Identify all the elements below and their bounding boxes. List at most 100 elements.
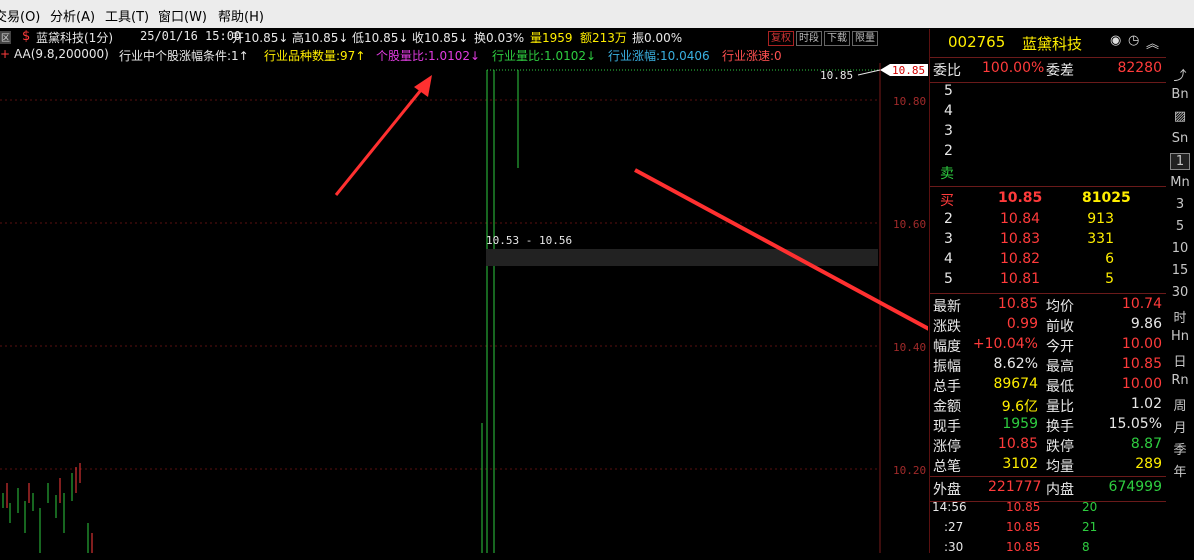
stat-label: 前收 xyxy=(1046,319,1074,335)
period-day[interactable]: 日 xyxy=(1166,351,1194,370)
stat-label: 振幅 xyxy=(933,359,961,375)
buy-level-vol: 913 xyxy=(1087,211,1114,227)
sell-level-label: 2 xyxy=(944,143,953,159)
shiduan-button[interactable]: 时段 xyxy=(796,31,822,46)
period-quarter[interactable]: 季 xyxy=(1166,439,1194,458)
target-icon[interactable]: ◉ xyxy=(1110,33,1121,48)
chart-header: 区 $ 蓝黛科技(1分) 25/01/16 15:00 开10.85↓ 高10.… xyxy=(0,29,880,47)
tick-time: :30 xyxy=(944,540,964,554)
period-1[interactable]: 1 xyxy=(1170,153,1190,170)
buy-level-price: 10.83 xyxy=(1000,231,1041,247)
weibi-row: 委比 100.00% 委差 82280 xyxy=(930,60,1166,80)
buy-level-1: 买 10.85 81025 xyxy=(930,190,1166,210)
buy-level-label: 5 xyxy=(944,271,953,287)
period-30[interactable]: 30 xyxy=(1166,285,1194,300)
buy-level-label: 4 xyxy=(944,251,953,267)
period-15[interactable]: 15 xyxy=(1166,263,1194,278)
sell-label: 卖 xyxy=(940,166,954,182)
period-10[interactable]: 10 xyxy=(1166,241,1194,256)
period-rn[interactable]: Rn xyxy=(1166,373,1194,388)
stat-label: 涨跌 xyxy=(933,319,961,335)
sell-level-label: 3 xyxy=(944,123,953,139)
outer-inner-row: 外盘 221777 内盘 674999 xyxy=(930,479,1166,499)
header-badge: 区 xyxy=(0,31,12,44)
period-week[interactable]: 周 xyxy=(1166,395,1194,414)
tick-row: :27 10.85 21 xyxy=(930,520,1166,540)
stat-label: 量比 xyxy=(1046,399,1074,415)
fuquan-button[interactable]: 复权 xyxy=(768,31,794,46)
indicator-industry-speed: 行业涨速:0 xyxy=(722,49,782,63)
xianliang-button[interactable]: 限量 xyxy=(852,31,878,46)
indicator-cond: 行业中个股涨幅条件:1↑ xyxy=(119,49,249,63)
weibi-value: 100.00% xyxy=(982,60,1045,76)
stat-label: 最新 xyxy=(933,299,961,315)
stat-value: 10.00 xyxy=(1121,336,1162,352)
buy-level: 5 10.81 5 xyxy=(930,271,1166,291)
weicha-label: 委差 xyxy=(1046,63,1074,79)
divider xyxy=(930,57,1166,58)
stock-code: 002765 xyxy=(948,33,1006,51)
stat-label: 均价 xyxy=(1046,299,1074,315)
period-month[interactable]: 月 xyxy=(1166,417,1194,436)
download-button[interactable]: 下载 xyxy=(824,31,850,46)
period-mn[interactable]: Mn xyxy=(1166,175,1194,190)
dollar-icon: $ xyxy=(22,29,31,44)
period-5[interactable]: 5 xyxy=(1166,219,1194,234)
stat-value: 89674 xyxy=(993,376,1038,392)
stat-value: 9.86 xyxy=(1130,316,1162,332)
period-toolbar: ⤴ Bn ▨ Sn 1 Mn 3 5 10 15 30 时 Hn 日 Rn 周 … xyxy=(1166,63,1194,553)
annotation-arrow xyxy=(334,84,427,196)
sell-level: 5 xyxy=(930,83,1166,103)
sell-level: 2 xyxy=(930,143,1166,163)
stat-label: 跌停 xyxy=(1046,439,1074,455)
stat-label: 幅度 xyxy=(933,339,961,355)
candles-left-red xyxy=(6,463,93,553)
menu-trade[interactable]: 交易(O) xyxy=(0,6,40,25)
stock-name: 蓝黛科技 xyxy=(1022,35,1083,53)
stats-row: 涨停 10.85 跌停 8.87 xyxy=(930,436,1166,456)
tick-price: 10.85 xyxy=(1006,500,1041,514)
collapse-icon[interactable]: ︽ xyxy=(1146,33,1159,52)
menu-analysis[interactable]: 分析(A) xyxy=(50,6,95,25)
axis-label: 10.20 xyxy=(893,464,926,477)
header-amount: 额213万 xyxy=(580,31,627,45)
intraday-chart[interactable]: 10.80 10.60 10.40 10.20 10.85 10.85 10.5… xyxy=(0,63,928,553)
divider xyxy=(930,476,1166,477)
buy-level: 3 10.83 331 xyxy=(930,231,1166,251)
period-hn[interactable]: Hn xyxy=(1166,329,1194,344)
stat-label: 总笔 xyxy=(933,459,961,475)
period-year[interactable]: 年 xyxy=(1166,461,1194,480)
price-pointer xyxy=(857,69,881,76)
stats-row: 现手 1959 换手 15.05% xyxy=(930,416,1166,436)
header-volume: 量1959 xyxy=(530,31,573,45)
stat-value: 15.05% xyxy=(1108,416,1162,432)
weibi-label: 委比 xyxy=(933,63,961,79)
menu-tools[interactable]: 工具(T) xyxy=(105,6,149,25)
line-chart-icon[interactable]: ⤴ xyxy=(1166,65,1194,84)
trend-chart-icon[interactable]: ▨ xyxy=(1166,109,1194,124)
period-hour[interactable]: 时 xyxy=(1166,307,1194,326)
inner-label: 内盘 xyxy=(1046,482,1074,498)
panel-title: 002765 蓝黛科技 ◉ ◷ ︽ xyxy=(930,33,1166,55)
period-sn[interactable]: Sn xyxy=(1166,131,1194,146)
expand-icon[interactable]: + xyxy=(0,47,10,61)
tick-time: :27 xyxy=(944,520,964,534)
axis-label: 10.60 xyxy=(893,218,926,231)
stat-value: 10.74 xyxy=(1121,296,1162,312)
period-3[interactable]: 3 xyxy=(1166,197,1194,212)
header-open: 开10.85↓ xyxy=(232,31,289,45)
header-low: 低10.85↓ xyxy=(352,31,409,45)
sell-level: 4 xyxy=(930,103,1166,123)
stat-value: 8.87 xyxy=(1130,436,1162,452)
clock-icon[interactable]: ◷ xyxy=(1128,33,1139,48)
menu-window[interactable]: 窗口(W) xyxy=(158,6,207,25)
period-bn[interactable]: Bn xyxy=(1166,87,1194,102)
axis-label: 10.80 xyxy=(893,95,926,108)
outer-value: 221777 xyxy=(988,479,1042,495)
buy-label: 买 xyxy=(940,193,954,209)
buy-level-price: 10.84 xyxy=(1000,211,1041,227)
divider xyxy=(930,293,1166,294)
buy-level-vol: 6 xyxy=(1105,251,1114,267)
menu-help[interactable]: 帮助(H) xyxy=(218,6,264,25)
buy-price: 10.85 xyxy=(998,190,1043,206)
